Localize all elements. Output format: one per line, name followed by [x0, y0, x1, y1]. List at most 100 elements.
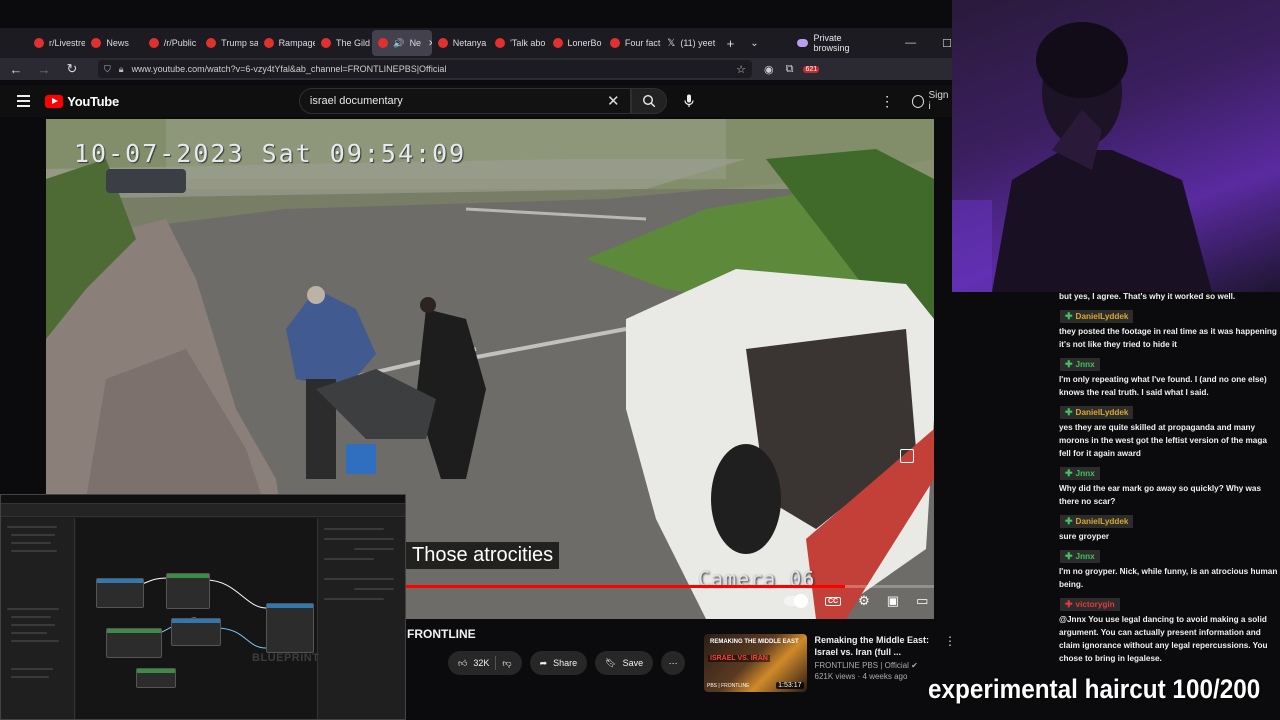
youtube-icon	[437, 38, 448, 48]
youtube-icon	[263, 38, 274, 48]
recommended-thumbnail[interactable]: REMAKING THE MIDDLE EAST ISRAEL VS. IRAN…	[704, 634, 807, 692]
blueprint-editor-overlay	[0, 494, 406, 720]
video-caption: Those atrocities	[406, 542, 560, 569]
editor-toolbar	[1, 504, 405, 517]
browser-tab[interactable]: Four fact	[604, 30, 661, 56]
browser-tab[interactable]: 'Talk abo	[489, 30, 546, 56]
moderator-badge-icon: ✚	[1065, 516, 1073, 526]
youtube-logo[interactable]: YouTube	[45, 94, 119, 109]
chat-message: but yes, I agree. That's why it worked s…	[1059, 292, 1236, 301]
url-text: www.youtube.com/watch?v=6-vzy4tYfal&ab_c…	[131, 64, 447, 74]
tab-list-chevron-icon[interactable]: ⌄	[742, 38, 766, 49]
chat-username[interactable]: ✚ Jnnx	[1060, 550, 1100, 563]
video-duration: 1:53:17	[776, 682, 804, 689]
youtube-icon	[378, 38, 389, 48]
recommended-channel[interactable]: FRONTLINE PBS | Official ✔	[815, 661, 936, 670]
like-count[interactable]: 32K	[473, 658, 489, 668]
chat-username[interactable]: ✚ Jnnx	[1060, 358, 1100, 371]
forward-button[interactable]: →	[32, 62, 56, 77]
youtube-header: YouTube israel documentary ✕ ⋮ Sign i	[0, 85, 952, 117]
extensions-icon[interactable]: ⧉	[786, 63, 794, 76]
lock-icon[interactable]: 🔒︎	[119, 64, 124, 75]
browser-tab[interactable]: Rampage	[258, 30, 315, 56]
youtube-play-icon	[45, 94, 64, 108]
minimize-button[interactable]: —	[905, 37, 916, 49]
chat-username[interactable]: ✚ victorygin	[1060, 598, 1120, 611]
browser-tab[interactable]: News	[85, 30, 142, 56]
maximize-button[interactable]: ☐	[942, 37, 952, 50]
x-icon: 𝕏	[667, 37, 676, 49]
account-circle-icon	[912, 94, 925, 108]
chat-username[interactable]: ✚ Jnnx	[1060, 467, 1100, 480]
share-button[interactable]: ➦ Share	[529, 651, 588, 675]
save-button[interactable]: 🔖︎ Save	[595, 651, 654, 675]
cnn-icon	[206, 38, 217, 48]
browser-tabstrip: r/Livestre News /r/Public Trump sa Rampa…	[0, 28, 952, 58]
moderator-badge-icon: ✚	[1065, 311, 1073, 321]
more-actions-button[interactable]: ⋯	[661, 651, 686, 675]
sign-in-button[interactable]: Sign i	[912, 90, 952, 112]
hamburger-menu-icon[interactable]	[17, 95, 31, 107]
chat-username[interactable]: ✚ DanielLyddek	[1060, 310, 1134, 323]
browser-tab[interactable]: LonerBo	[547, 30, 604, 56]
channel-name[interactable]: FRONTLINE	[407, 627, 476, 641]
moderator-badge-icon: ✚	[1065, 407, 1073, 417]
thumbs-up-icon[interactable]: 👍︎	[458, 658, 467, 669]
miniplayer-icon[interactable]: ▣	[887, 593, 899, 609]
subtitles-icon[interactable]: CC	[825, 596, 842, 606]
browser-tab[interactable]: Trump sa	[200, 30, 258, 56]
youtube-icon	[320, 38, 331, 48]
video-actions: 👍︎ 32K 👎︎ ➦ Share 🔖︎ Save ⋯	[448, 651, 686, 675]
thumbs-down-icon[interactable]: 👎︎	[502, 658, 511, 669]
reload-button[interactable]: ↻	[60, 61, 84, 77]
webcam-feed	[952, 0, 1280, 292]
youtube-icon	[552, 38, 563, 48]
browser-tab-active[interactable]: 🔊Ne✕	[372, 30, 432, 56]
reddit-icon	[34, 38, 44, 48]
divider	[495, 656, 497, 670]
chat-message: I'm no groyper. Nick, while funny, is an…	[1059, 567, 1278, 589]
account-icon[interactable]: ◉	[764, 63, 774, 76]
search-button[interactable]	[630, 88, 667, 114]
settings-gear-icon[interactable]: ⚙	[858, 593, 870, 609]
browser-tab[interactable]: /r/Public	[143, 30, 200, 56]
moderator-badge-icon: ✚	[1065, 551, 1073, 561]
shield-icon[interactable]: ⛉	[104, 64, 111, 75]
chat-username[interactable]: ✚ DanielLyddek	[1060, 406, 1134, 419]
browser-tab[interactable]: Netanya	[432, 30, 489, 56]
youtube-icon	[495, 38, 506, 48]
like-dislike-group: 👍︎ 32K 👎︎	[448, 651, 522, 675]
video-controls: CC ⚙ ▣ ▭ ⛶	[784, 593, 934, 609]
theater-mode-icon[interactable]: ▭	[916, 593, 928, 609]
cctv-timestamp: 10-07-2023 Sat 09:54:09	[74, 139, 467, 168]
clear-search-icon[interactable]: ✕	[607, 92, 620, 110]
stream-chat: but yes, I agree. That's why it worked s…	[1056, 290, 1280, 663]
recommended-video[interactable]: REMAKING THE MIDDLE EAST ISRAEL VS. IRAN…	[704, 634, 956, 692]
chat-username[interactable]: ✚ DanielLyddek	[1060, 515, 1134, 528]
reddit-icon	[148, 38, 159, 48]
extension-badge[interactable]: 621	[803, 65, 820, 73]
browser-tab[interactable]: 𝕏 (11) yeet	[661, 30, 718, 56]
bookmark-icon: 🔖︎	[605, 657, 617, 668]
browser-tab[interactable]: r/Livestre	[28, 30, 85, 56]
private-mask-icon	[796, 39, 809, 47]
moderator-badge-icon: ✚	[1065, 468, 1073, 478]
bookmark-star-icon[interactable]: ☆	[736, 63, 746, 76]
chat-message-list: ✚ DanielLyddek they posted the footage in …	[1056, 306, 1280, 665]
new-tab-button[interactable]: +	[719, 36, 743, 51]
autoplay-toggle[interactable]	[784, 594, 808, 608]
recommended-meta: 621K views · 4 weeks ago	[814, 672, 908, 681]
more-options-icon[interactable]: ⋮	[880, 93, 894, 110]
speaker-icon[interactable]: 🔊	[393, 38, 404, 49]
search-input[interactable]: israel documentary ✕	[298, 88, 631, 114]
chat-message: Why did the ear mark go away so quickly?…	[1059, 484, 1262, 506]
microphone-icon[interactable]	[683, 94, 696, 108]
expand-icon[interactable]	[900, 449, 914, 463]
stream-overlay-text: experimental haircut 100/200	[928, 674, 1261, 704]
recommended-title[interactable]: Remaking the Middle East: Israel vs. Ira…	[815, 634, 936, 658]
url-bar[interactable]: ⛉ 🔒︎ www.youtube.com/watch?v=6-vzy4tYfal…	[98, 60, 752, 78]
moderator-badge-icon: ✚	[1065, 599, 1073, 609]
browser-tab[interactable]: The Gild	[315, 30, 372, 56]
blueprint-watermark: BLUEPRINT	[252, 652, 320, 664]
back-button[interactable]: ←	[4, 62, 28, 77]
